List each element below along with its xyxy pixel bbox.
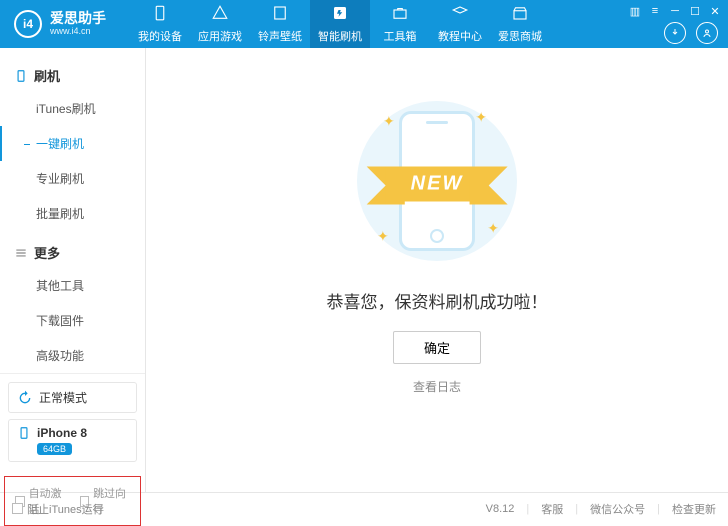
window-controls: ▥ ≡ ─ ☐ ✕: [628, 4, 722, 18]
success-title: 恭喜您，保资料刷机成功啦！: [327, 288, 548, 313]
logo-icon: i4: [14, 10, 42, 38]
user-icon[interactable]: [696, 22, 718, 44]
tab-my-device[interactable]: 我的设备: [130, 0, 190, 48]
sidebar-item-batch-flash[interactable]: 批量刷机: [0, 196, 145, 231]
device-info[interactable]: iPhone 8 64GB: [8, 419, 137, 462]
device-icon: [14, 69, 28, 83]
refresh-icon: [17, 390, 33, 406]
view-log-link[interactable]: 查看日志: [413, 378, 461, 395]
close-icon[interactable]: ✕: [708, 4, 722, 18]
sidebar-item-pro-flash[interactable]: 专业刷机: [0, 161, 145, 196]
tab-store[interactable]: 爱思商城: [490, 0, 550, 48]
tab-apps[interactable]: 应用游戏: [190, 0, 250, 48]
menu-icon[interactable]: ≡: [648, 4, 662, 18]
sidebar-item-oneclick-flash[interactable]: 一键刷机: [0, 126, 145, 161]
maximize-icon[interactable]: ☐: [688, 4, 702, 18]
sidebar-section-more: 更多: [0, 237, 145, 268]
sidebar-item-advanced[interactable]: 高级功能: [0, 338, 145, 373]
download-icon[interactable]: [664, 22, 686, 44]
sidebar-item-itunes-flash[interactable]: iTunes刷机: [0, 91, 145, 126]
device-name: iPhone 8: [37, 426, 87, 440]
main-tabs: 我的设备 应用游戏 铃声壁纸 智能刷机 工具箱 教程中心 爱思商城: [130, 0, 550, 48]
minimize-icon[interactable]: ─: [668, 4, 682, 18]
sidebar-item-download-firmware[interactable]: 下载固件: [0, 303, 145, 338]
mode-button[interactable]: 正常模式: [8, 382, 137, 413]
more-icon: [14, 246, 28, 260]
phone-icon: [17, 426, 31, 440]
checkbox-block-itunes[interactable]: 阻止iTunes运行: [12, 501, 104, 517]
app-name: 爱思助手: [50, 11, 106, 26]
sidebar: 刷机 iTunes刷机 一键刷机 专业刷机 批量刷机 更多 其他工具 下载固件 …: [0, 48, 146, 492]
main-content: ✦✦✦✦ NEW 恭喜您，保资料刷机成功啦！ 确定 查看日志: [146, 48, 728, 492]
version-label: V8.12: [486, 503, 515, 515]
titlebar: i4 爱思助手 www.i4.cn 我的设备 应用游戏 铃声壁纸 智能刷机 工具…: [0, 0, 728, 48]
sidebar-item-other-tools[interactable]: 其他工具: [0, 268, 145, 303]
tab-smart-flash[interactable]: 智能刷机: [310, 0, 370, 48]
header-actions: [664, 22, 718, 44]
tab-toolbox[interactable]: 工具箱: [370, 0, 430, 48]
tab-ringtone[interactable]: 铃声壁纸: [250, 0, 310, 48]
device-storage-badge: 64GB: [37, 443, 72, 455]
skin-icon[interactable]: ▥: [628, 4, 642, 18]
status-link-support[interactable]: 客服: [541, 501, 563, 517]
new-ribbon: NEW: [389, 167, 486, 202]
tab-tutorial[interactable]: 教程中心: [430, 0, 490, 48]
status-link-update[interactable]: 检查更新: [672, 501, 716, 517]
app-url: www.i4.cn: [50, 27, 106, 37]
ok-button[interactable]: 确定: [393, 331, 481, 364]
sidebar-section-flash: 刷机: [0, 60, 145, 91]
success-illustration: ✦✦✦✦ NEW: [337, 96, 537, 266]
status-link-wechat[interactable]: 微信公众号: [590, 501, 645, 517]
app-logo: i4 爱思助手 www.i4.cn: [0, 10, 120, 38]
